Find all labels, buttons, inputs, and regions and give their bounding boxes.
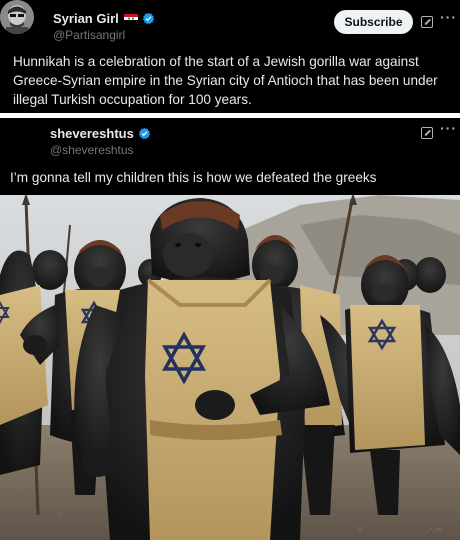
verified-badge-icon	[138, 127, 151, 143]
screenshot-frame: Syrian Girl @Partisangirl Subscribe ··· …	[0, 0, 460, 540]
author-name-row[interactable]: Syrian Girl	[53, 11, 155, 28]
author-handle-2[interactable]: @shevereshtus	[50, 143, 134, 157]
author-name-row-2[interactable]: shevereshtus	[50, 126, 151, 143]
more-icon[interactable]: ···	[440, 120, 457, 136]
grok-icon[interactable]	[421, 127, 433, 139]
avatar-shevereshtus[interactable]	[0, 0, 34, 34]
subscribe-button[interactable]: Subscribe	[334, 10, 413, 34]
more-icon[interactable]: ···	[440, 9, 457, 25]
post-media-image[interactable]: ⋰⋰	[0, 195, 460, 540]
svg-text:⋰⋰: ⋰⋰	[425, 528, 439, 535]
syria-flag-icon	[123, 14, 138, 23]
author-name[interactable]: Syrian Girl	[53, 11, 119, 26]
author-handle[interactable]: @Partisangirl	[53, 28, 125, 42]
post-text: Hunnikah is a celebration of the start o…	[13, 54, 438, 107]
verified-badge-icon	[142, 12, 155, 28]
grok-icon[interactable]	[421, 16, 433, 28]
post-text-2: I’m gonna tell my children this is how w…	[10, 170, 377, 185]
author-name-2[interactable]: shevereshtus	[50, 126, 134, 141]
gorilla-army-illustration: ⋰⋰	[0, 195, 460, 540]
